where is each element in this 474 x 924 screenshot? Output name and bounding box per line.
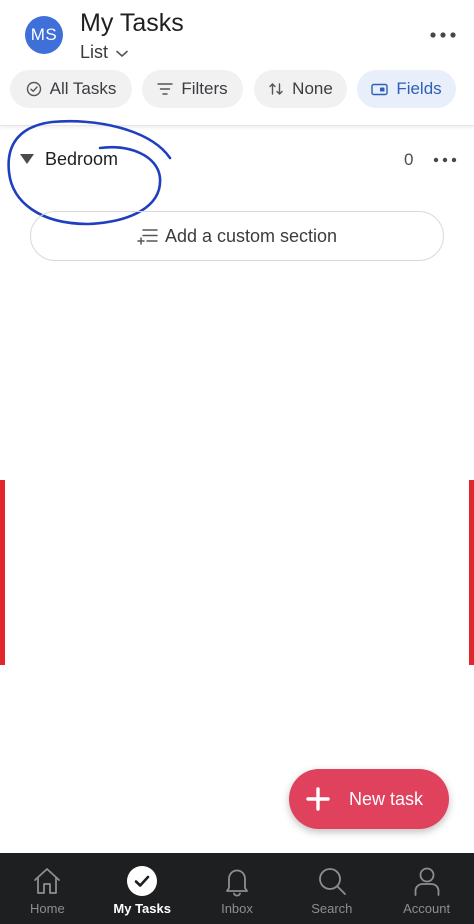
chevron-down-icon bbox=[116, 50, 128, 57]
nav-account[interactable]: Account bbox=[379, 853, 474, 924]
view-selector-label: List bbox=[80, 42, 109, 62]
search-icon bbox=[318, 868, 346, 895]
add-section-icon bbox=[137, 229, 158, 245]
sort-label: None bbox=[292, 79, 333, 98]
more-options-button[interactable] bbox=[426, 20, 460, 50]
nav-inbox-label: Inbox bbox=[221, 901, 253, 916]
sort-icon bbox=[269, 83, 283, 95]
bottom-navigation: Home My Tasks Inbox Search Account bbox=[0, 853, 474, 924]
nav-search-label: Search bbox=[311, 901, 353, 916]
check-circle-icon bbox=[26, 81, 41, 97]
app-header: MS My Tasks List bbox=[0, 0, 474, 70]
fields-icon bbox=[371, 83, 389, 95]
filters-label: Filters bbox=[181, 79, 228, 98]
person-icon bbox=[414, 867, 439, 896]
fields-chip[interactable]: Fields bbox=[357, 70, 456, 108]
nav-my-tasks-label: My Tasks bbox=[113, 901, 171, 916]
new-task-button[interactable]: New task bbox=[289, 769, 449, 829]
nav-search[interactable]: Search bbox=[284, 853, 379, 924]
fields-label: Fields bbox=[396, 79, 442, 98]
filters-chip[interactable]: Filters bbox=[142, 70, 243, 108]
all-tasks-chip[interactable]: All Tasks bbox=[10, 70, 132, 108]
section-name[interactable]: Bedroom bbox=[45, 149, 118, 170]
edge-mark-right bbox=[469, 480, 474, 665]
nav-home[interactable]: Home bbox=[0, 853, 95, 924]
new-task-label: New task bbox=[349, 788, 424, 809]
plus-icon bbox=[306, 787, 330, 811]
avatar[interactable]: MS bbox=[25, 16, 63, 54]
more-horizontal-icon bbox=[433, 157, 457, 163]
more-horizontal-icon bbox=[430, 32, 456, 38]
bell-icon bbox=[226, 869, 248, 897]
all-tasks-label: All Tasks bbox=[49, 79, 117, 98]
nav-my-tasks[interactable]: My Tasks bbox=[95, 853, 190, 924]
nav-account-label: Account bbox=[403, 901, 451, 916]
add-custom-section-label: Add a custom section bbox=[164, 225, 338, 246]
caret-down-icon[interactable] bbox=[19, 153, 35, 165]
add-custom-section-button[interactable]: Add a custom section bbox=[30, 211, 444, 261]
nav-home-label: Home bbox=[30, 901, 65, 916]
check-circle-icon bbox=[127, 866, 158, 896]
filter-icon bbox=[157, 83, 174, 95]
page-title: My Tasks bbox=[80, 9, 184, 37]
view-selector[interactable]: List bbox=[80, 42, 128, 63]
section-task-count: 0 bbox=[404, 150, 414, 169]
toolbar: All Tasks Filters None Fields bbox=[0, 70, 474, 126]
section-more-button[interactable] bbox=[430, 150, 460, 170]
home-icon bbox=[34, 868, 61, 894]
section-header[interactable]: Bedroom 0 bbox=[0, 138, 474, 182]
edge-mark-left bbox=[0, 480, 5, 665]
nav-inbox[interactable]: Inbox bbox=[190, 853, 285, 924]
sort-chip[interactable]: None bbox=[254, 70, 347, 108]
